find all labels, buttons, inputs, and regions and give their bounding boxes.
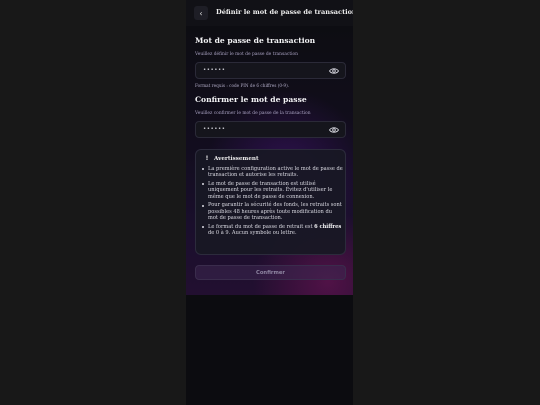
warning-item: Le mot de passe de transaction est utili… [202,181,343,200]
warning-item: La première configuration active le mot … [202,166,343,179]
exclamation-icon: ! [205,155,209,162]
back-button[interactable]: ‹ [194,6,208,20]
phone-screen: ‹ Définir le mot de passe de transaction… [186,0,353,405]
warning-item-prefix: Le format du mot de passe de retrait est [208,223,315,230]
password-section-title: Mot de passe de transaction [195,36,316,45]
format-note: Format requis : code PIN de 6 chiffres (… [195,83,290,88]
warning-title: Avertissement [214,155,259,162]
confirm-section-title: Confirmer le mot de passe [195,95,307,104]
warning-item-format: Le format du mot de passe de retrait est… [202,224,343,237]
warning-list: La première configuration active le mot … [202,166,343,239]
password-field-hint: Veuillez définir le mot de passe de tran… [195,52,298,57]
confirm-input-value: •••••• [203,126,226,132]
form-content: Mot de passe de transaction Veuillez déf… [186,26,353,295]
warning-card: ! Avertissement La première configuratio… [195,149,346,255]
confirm-field-hint: Veuillez confirmer le mot de passe de la… [195,111,311,116]
page-header: ‹ Définir le mot de passe de transaction [186,0,353,26]
eye-icon[interactable] [329,126,339,134]
confirm-password-input[interactable]: •••••• [195,121,346,138]
chevron-left-icon: ‹ [199,8,203,18]
warning-item-suffix: de 0 à 9. Aucun symbole ou lettre. [208,230,297,237]
warning-header: ! Avertissement [203,155,259,162]
password-input-value: •••••• [203,67,226,73]
warning-item-bold: 6 chiffres [314,223,342,230]
eye-icon[interactable] [329,67,339,75]
page-title: Définir le mot de passe de transaction [216,8,353,16]
confirm-button[interactable]: Confirmer [195,265,346,280]
warning-item: Pour garantir la sécurité des fonds, les… [202,202,343,221]
password-input[interactable]: •••••• [195,62,346,79]
